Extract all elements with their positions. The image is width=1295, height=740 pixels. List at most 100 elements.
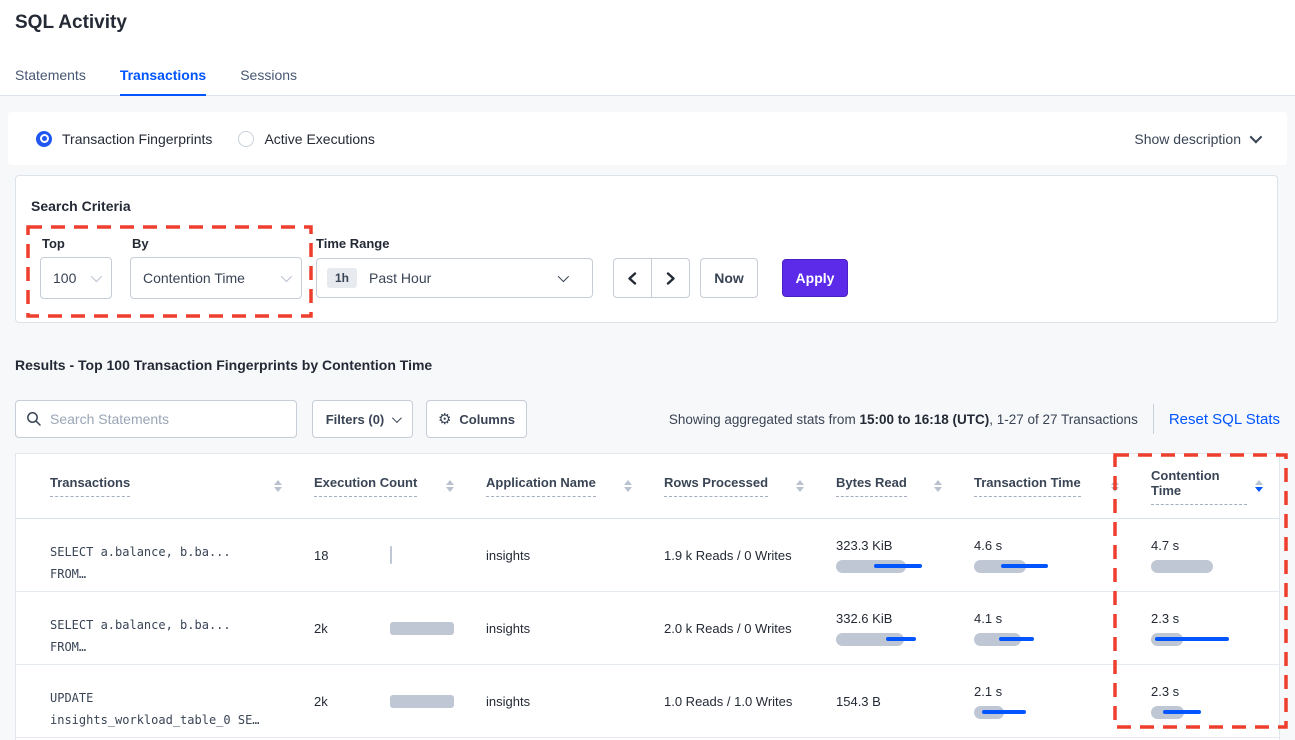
chevron-down-icon [91, 271, 102, 282]
page-header: SQL Activity Statements Transactions Ses… [0, 0, 1295, 96]
contention-time-cell: 4.7 s [1135, 538, 1279, 573]
chevron-down-icon [1250, 131, 1263, 144]
table-header-row: Transactions Execution Count Application… [16, 454, 1279, 519]
tab-bar: Statements Transactions Sessions [15, 67, 297, 95]
execution-count-bar [390, 695, 454, 708]
application-name-cell: insights [470, 548, 648, 563]
chevron-down-icon [558, 271, 569, 282]
search-icon [26, 411, 42, 427]
columns-button[interactable]: ⚙ Columns [426, 400, 527, 438]
apply-button[interactable]: Apply [782, 259, 848, 297]
column-header-transactions[interactable]: Transactions [16, 454, 298, 518]
sort-icon[interactable] [1111, 480, 1119, 492]
transaction-time-cell: 4.1 s [958, 611, 1135, 646]
transactions-table: Transactions Execution Count Application… [15, 453, 1280, 740]
time-range-badge: 1h [327, 268, 357, 288]
contention-time-bar [1151, 706, 1263, 719]
chevron-right-icon [664, 272, 677, 285]
by-label: By [132, 236, 149, 251]
search-statements-box [15, 400, 297, 438]
chevron-down-icon [281, 271, 292, 282]
execution-count-bar [390, 546, 392, 564]
execution-count-bar [390, 622, 454, 635]
application-name-cell: insights [470, 694, 648, 709]
sort-icon-active-desc[interactable] [1255, 480, 1263, 492]
table-row[interactable]: UPDATE insights_workload_table_0 SE… 2k … [16, 665, 1279, 738]
tab-sessions[interactable]: Sessions [240, 67, 297, 95]
rows-processed-cell: 2.0 k Reads / 0 Writes [648, 621, 820, 636]
execution-count-cell: 2k [298, 621, 470, 636]
column-header-bytes-read[interactable]: Bytes Read [820, 454, 958, 518]
results-heading: Results - Top 100 Transaction Fingerprin… [15, 357, 432, 373]
column-header-rows-processed[interactable]: Rows Processed [648, 454, 820, 518]
radio-active-executions[interactable]: Active Executions [238, 131, 375, 147]
table-row[interactable]: SELECT a.balance, b.ba... FROM… 2k insig… [16, 592, 1279, 665]
contention-time-bar [1151, 633, 1263, 646]
divider [1153, 404, 1154, 434]
filters-button[interactable]: Filters (0) [312, 400, 413, 438]
time-range-select[interactable]: 1h Past Hour [316, 258, 593, 298]
bytes-read-cell: 332.6 KiB [820, 611, 958, 646]
sql-text-line1: SELECT a.balance, b.ba... [50, 614, 282, 636]
radio-transaction-fingerprints[interactable]: Transaction Fingerprints [36, 131, 212, 147]
sort-icon[interactable] [624, 480, 632, 492]
search-statements-input[interactable] [15, 400, 297, 438]
transaction-fingerprint-cell[interactable]: UPDATE insights_workload_table_0 SE… [16, 672, 298, 731]
transaction-time-cell: 4.6 s [958, 538, 1135, 573]
column-header-execution-count[interactable]: Execution Count [298, 454, 470, 518]
sql-text-line2: FROM… [50, 563, 282, 585]
by-select[interactable]: Contention Time [130, 257, 302, 299]
time-range-label: Time Range [316, 236, 389, 251]
contention-time-cell: 2.3 s [1135, 611, 1279, 646]
page-title: SQL Activity [15, 12, 127, 34]
execution-count-cell: 18 [298, 546, 470, 564]
rows-processed-cell: 1.0 Reads / 1.0 Writes [648, 694, 820, 709]
tab-statements[interactable]: Statements [15, 67, 86, 95]
sort-icon[interactable] [446, 480, 454, 492]
application-name-cell: insights [470, 621, 648, 636]
show-description-toggle[interactable]: Show description [1134, 131, 1259, 147]
contention-time-cell: 2.3 s [1135, 684, 1279, 719]
time-nav-group [613, 258, 690, 298]
contention-time-bar [1151, 560, 1263, 573]
sql-text-line2: insights_workload_table_0 SE… [50, 709, 282, 731]
time-next-button[interactable] [652, 259, 689, 297]
tab-transactions[interactable]: Transactions [120, 67, 206, 96]
sort-icon[interactable] [934, 480, 942, 492]
column-header-contention-time[interactable]: Contention Time [1135, 454, 1279, 518]
view-toggle-bar: Transaction Fingerprints Active Executio… [8, 112, 1287, 165]
transaction-time-bar [974, 633, 1119, 646]
sql-text-line2: FROM… [50, 636, 282, 658]
transaction-time-cell: 2.1 s [958, 684, 1135, 719]
chevron-left-icon [626, 272, 639, 285]
column-header-transaction-time[interactable]: Transaction Time [958, 454, 1135, 518]
chevron-down-icon [392, 413, 402, 423]
execution-count-cell: 2k [298, 694, 470, 709]
sort-icon[interactable] [274, 480, 282, 492]
rows-processed-cell: 1.9 k Reads / 0 Writes [648, 548, 820, 563]
transaction-fingerprint-cell[interactable]: SELECT a.balance, b.ba... FROM… [16, 526, 298, 585]
search-criteria-heading: Search Criteria [31, 198, 131, 214]
stats-group: Showing aggregated stats from 15:00 to 1… [669, 400, 1280, 438]
reset-sql-stats-link[interactable]: Reset SQL Stats [1169, 411, 1280, 428]
top-label: Top [42, 236, 65, 251]
bytes-read-cell: 154.3 B [820, 694, 958, 709]
transaction-fingerprint-cell[interactable]: SELECT a.balance, b.ba... FROM… [16, 599, 298, 658]
sql-text-line1: UPDATE [50, 687, 282, 709]
radio-unselected-icon[interactable] [238, 131, 254, 147]
bytes-read-bar [836, 560, 942, 573]
sql-activity-page: SQL Activity Statements Transactions Ses… [0, 0, 1295, 740]
time-prev-button[interactable] [614, 259, 652, 297]
sort-icon[interactable] [796, 480, 804, 492]
table-body: SELECT a.balance, b.ba... FROM… 18 insig… [16, 519, 1279, 738]
bytes-read-bar [836, 633, 942, 646]
radio-selected-icon[interactable] [36, 131, 52, 147]
top-select[interactable]: 100 [40, 257, 112, 299]
bytes-read-cell: 323.3 KiB [820, 538, 958, 573]
now-button[interactable]: Now [700, 258, 758, 298]
aggregated-stats-text: Showing aggregated stats from 15:00 to 1… [669, 412, 1138, 427]
column-header-application-name[interactable]: Application Name [470, 454, 648, 518]
transaction-time-bar [974, 560, 1119, 573]
transaction-time-bar [974, 706, 1119, 719]
table-row[interactable]: SELECT a.balance, b.ba... FROM… 18 insig… [16, 519, 1279, 592]
